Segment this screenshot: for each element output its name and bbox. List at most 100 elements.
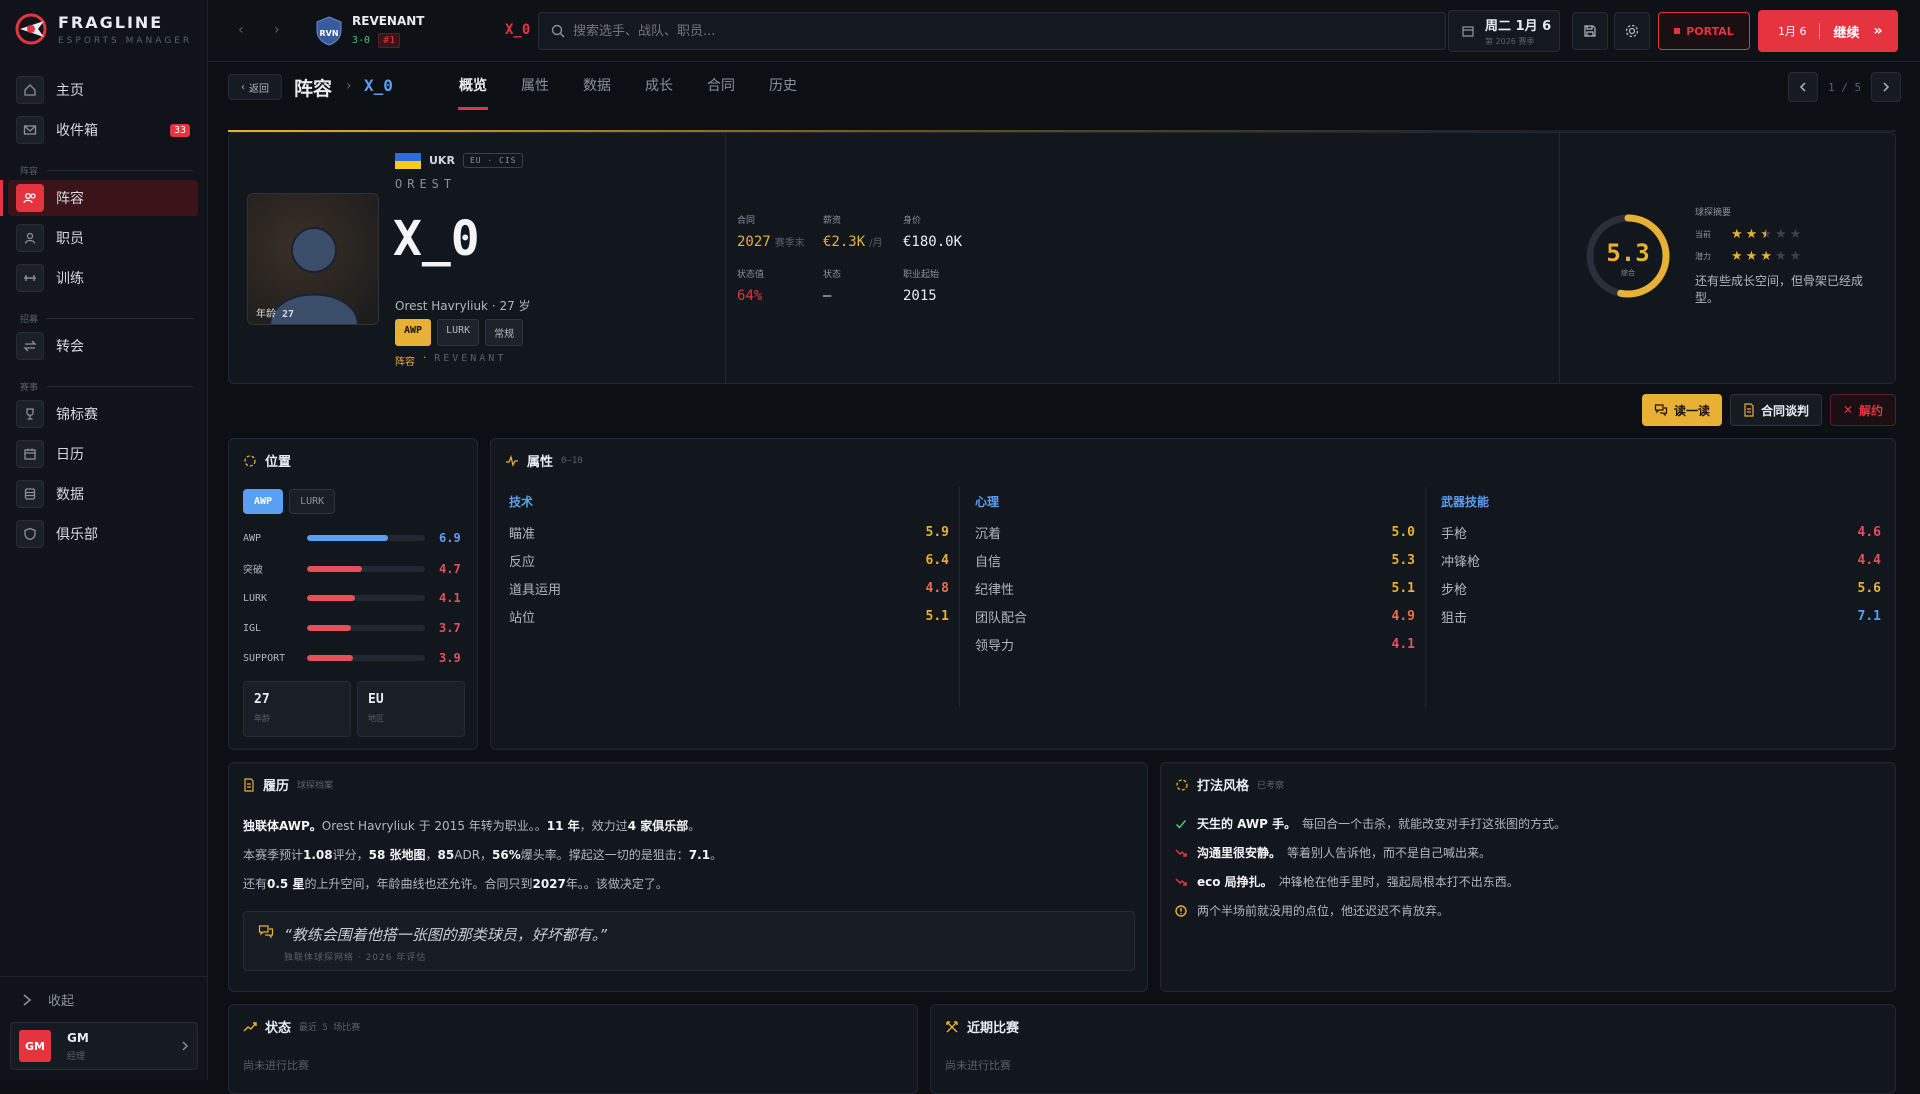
- attributes-title: 属性: [527, 455, 554, 470]
- scout-note: 还有些成长空间，但骨架已经成型。: [1695, 274, 1864, 305]
- svg-text:综合: 综合: [1621, 268, 1635, 277]
- breadcrumb-player: X_0: [364, 76, 393, 95]
- next-player-button[interactable]: [1871, 72, 1902, 102]
- document-icon: [1744, 403, 1754, 417]
- attribute-value: 5.6: [1857, 580, 1881, 596]
- position-bar-fill: [307, 595, 356, 601]
- scout-current-rating: 当前 ★ ★ ★ ★ ★: [1695, 227, 1802, 242]
- portal-button[interactable]: PORTAL: [1658, 12, 1750, 50]
- trophy-icon: [16, 400, 44, 428]
- continue-date: 1月 6: [1778, 23, 1820, 39]
- sidebar-item-label: 日历: [56, 447, 84, 463]
- search-bar[interactable]: [538, 12, 1446, 50]
- region-card: EU 地区: [357, 681, 465, 737]
- sidebar-item-label: 阵容: [56, 191, 84, 207]
- tab-history[interactable]: 历史: [752, 62, 814, 110]
- current-player-tag[interactable]: X_0: [505, 22, 530, 38]
- sidebar-item-club[interactable]: 俱乐部: [8, 516, 198, 552]
- star-icon: ★: [1745, 227, 1758, 242]
- attribute-name: 领导力: [975, 638, 1015, 654]
- calendar-icon: [16, 440, 44, 468]
- user-card[interactable]: GM GM 经理: [10, 1022, 198, 1070]
- playstyle-item: 沟通里很安静。 等着别人告诉他，而不是自己喊出来。: [1175, 844, 1491, 861]
- read-button[interactable]: 读一读: [1642, 394, 1722, 426]
- sidebar-item-transfer[interactable]: 转会: [8, 328, 198, 364]
- chevron-left-icon: ‹: [241, 81, 245, 93]
- bio-subtitle: 球探档案: [297, 781, 334, 791]
- app-logo[interactable]: FRAGLINE ESPORTS MANAGER: [14, 12, 192, 46]
- calendar-icon: [1462, 26, 1474, 37]
- sidebar-item-training[interactable]: 训练: [8, 260, 198, 296]
- bio-line: 还有0.5 星的上升空间，年龄曲线也还允许。合同只到2027年。。该做决定了。: [243, 877, 668, 891]
- tab-stats[interactable]: 数据: [566, 62, 628, 110]
- position-bar: [307, 535, 425, 541]
- position-value: 3.7: [439, 621, 461, 635]
- back-arrow-icon[interactable]: ‹: [238, 22, 244, 38]
- sidebar-item-data[interactable]: 数据: [8, 476, 198, 512]
- sidebar-item-home[interactable]: 主页: [8, 72, 198, 108]
- sidebar-item-tournaments[interactable]: 锦标赛: [8, 396, 198, 432]
- sidebar-item-inbox[interactable]: 收件箱 33: [8, 112, 198, 148]
- scout-summary-title: 球探摘要: [1695, 208, 1732, 218]
- attribute-value: 4.4: [1857, 552, 1881, 568]
- attribute-name: 冲锋枪: [1441, 554, 1481, 570]
- sidebar-item-squad[interactable]: 阵容: [0, 180, 198, 216]
- tab-contract[interactable]: 合同: [690, 62, 752, 110]
- attr-divider: [1425, 487, 1426, 707]
- season-label: 第 2026 赛季: [1485, 37, 1535, 46]
- star-icon: ★: [1760, 249, 1772, 264]
- users-icon: [16, 184, 44, 212]
- prev-player-button[interactable]: [1788, 72, 1818, 102]
- attribute-value: 5.0: [1391, 524, 1415, 540]
- attribute-value: 7.1: [1857, 608, 1881, 624]
- recent-matches-panel: 近期比赛 尚未进行比赛: [930, 1004, 1896, 1094]
- breadcrumb-squad[interactable]: 阵容: [294, 74, 332, 101]
- collapse-button[interactable]: 收起: [22, 990, 74, 1009]
- save-button[interactable]: [1572, 12, 1608, 50]
- attribute-row: 步枪 5.6: [1441, 574, 1881, 602]
- tab-overview[interactable]: 概览: [442, 62, 504, 110]
- position-tab-awp[interactable]: AWP: [243, 489, 284, 514]
- sidebar-item-staff[interactable]: 职员: [8, 220, 198, 256]
- close-icon: ✕: [1842, 403, 1854, 417]
- attribute-value: 5.1: [1391, 580, 1415, 596]
- search-icon: [551, 24, 565, 38]
- position-bar: [307, 565, 425, 572]
- hero-divider: [725, 133, 726, 383]
- date-display[interactable]: 周二 1月 6 第 2026 赛季: [1448, 10, 1560, 52]
- stat-contract: 合同 2027 赛季末: [737, 216, 805, 250]
- gear-icon: [1625, 24, 1639, 38]
- forward-arrow-icon[interactable]: ›: [274, 22, 280, 38]
- player-nickname: X_0: [393, 211, 480, 267]
- playstyle-item: 天生的 AWP 手。 每回合一个击杀，就能改变对手打这张图的方式。: [1175, 815, 1566, 832]
- svg-text:RVN: RVN: [319, 29, 338, 38]
- settings-button[interactable]: [1614, 12, 1650, 50]
- team-summary[interactable]: RVN REVENANT 3-0 #1: [316, 14, 424, 48]
- crosshair-icon: [1176, 778, 1188, 791]
- role-tag-lurk: LURK: [437, 319, 480, 346]
- quote-source: 独联体球探网络 · 2026 年评估: [284, 953, 427, 963]
- hero-divider: [1559, 133, 1560, 383]
- attribute-value: 4.8: [925, 580, 949, 596]
- crossed-swords-icon: [946, 1020, 958, 1032]
- contract-negotiation-button[interactable]: 合同谈判: [1730, 394, 1822, 426]
- attribute-row: 自信 5.3: [975, 546, 1415, 574]
- attribute-value: 4.9: [1391, 608, 1415, 624]
- playstyle-subtitle: 已考察: [1257, 781, 1285, 791]
- attribute-row: 反应 6.4: [509, 546, 949, 574]
- release-button[interactable]: ✕ 解约: [1830, 394, 1896, 426]
- back-button[interactable]: ‹ 返回: [228, 74, 282, 100]
- sidebar-item-calendar[interactable]: 日历: [8, 436, 198, 472]
- attribute-name: 反应: [509, 554, 536, 570]
- chevron-left-icon: [1799, 82, 1806, 92]
- sidebar-item-label: 俱乐部: [56, 527, 98, 543]
- search-input[interactable]: [573, 23, 1373, 39]
- position-tab-lurk[interactable]: LURK: [289, 489, 336, 514]
- tab-growth[interactable]: 成长: [628, 62, 690, 110]
- avatar: GM: [19, 1030, 51, 1062]
- attribute-row: 领导力 4.1: [975, 630, 1415, 658]
- trend-down-icon: [1175, 848, 1187, 857]
- double-chevron-icon: »: [1873, 23, 1883, 39]
- tab-attributes[interactable]: 属性: [504, 62, 566, 110]
- continue-button[interactable]: 1月 6 继续 »: [1758, 10, 1898, 52]
